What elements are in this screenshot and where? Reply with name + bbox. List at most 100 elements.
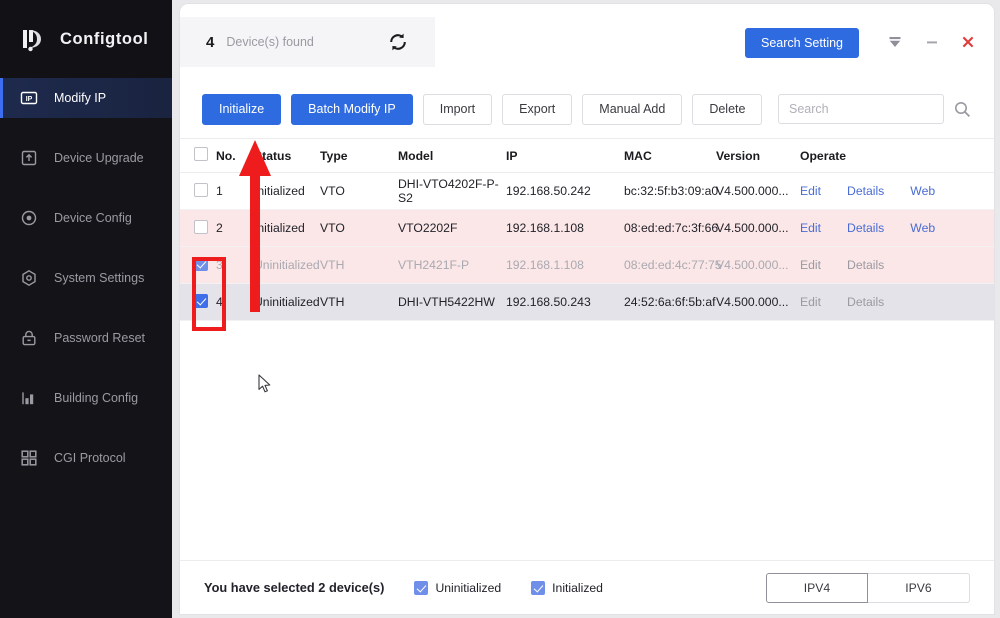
- search-input[interactable]: [778, 94, 944, 124]
- table-header-row: No. Status Type Model IP MAC Version Ope…: [180, 138, 994, 173]
- brand-title: Configtool: [60, 30, 148, 49]
- sidebar-item-modify-ip[interactable]: IP Modify IP: [0, 78, 172, 118]
- minimize-icon[interactable]: [922, 32, 942, 52]
- lock-icon: [20, 329, 38, 347]
- table-row[interactable]: 1 Initialized VTO DHI-VTO4202F-P-S2 192.…: [180, 173, 994, 210]
- delete-button[interactable]: Delete: [692, 94, 762, 125]
- close-icon[interactable]: [958, 32, 978, 52]
- row-checkbox[interactable]: [194, 257, 208, 271]
- search-icon[interactable]: [953, 100, 972, 119]
- cell-operate: Edit Details Web: [796, 221, 994, 235]
- qr-grid-icon: [20, 449, 38, 467]
- sidebar: Configtool IP Modify IP Device Upgrade: [0, 0, 172, 618]
- edit-link[interactable]: Edit: [800, 184, 821, 198]
- sidebar-item-cgi-protocol[interactable]: CGI Protocol: [0, 438, 172, 478]
- cell-version: V4.500.000...: [716, 184, 796, 198]
- action-toolbar: Initialize Batch Modify IP Import Export…: [180, 80, 994, 138]
- target-ring-icon: [20, 209, 38, 227]
- main-panel: 4 Device(s) found Search Setting: [180, 4, 994, 614]
- details-link[interactable]: Details: [847, 221, 884, 235]
- cell-status: Initialized: [254, 184, 320, 198]
- cell-ip: 192.168.50.243: [506, 295, 624, 309]
- nav-gap: [0, 418, 172, 438]
- ipv6-button[interactable]: IPV6: [868, 573, 970, 603]
- header-status: Status: [254, 149, 320, 163]
- sidebar-item-system-settings[interactable]: System Settings: [0, 258, 172, 298]
- device-count: 4: [206, 34, 214, 51]
- brand-header: Configtool: [0, 0, 172, 78]
- sidebar-item-device-upgrade[interactable]: Device Upgrade: [0, 138, 172, 178]
- select-all-checkbox[interactable]: [194, 147, 208, 161]
- row-checkbox[interactable]: [194, 220, 208, 234]
- ipv4-button[interactable]: IPV4: [766, 573, 868, 603]
- sidebar-item-label: Modify IP: [54, 91, 106, 105]
- device-found-label: Device(s) found: [226, 35, 314, 49]
- initialize-button[interactable]: Initialize: [202, 94, 281, 125]
- cell-ip: 192.168.50.242: [506, 184, 624, 198]
- manual-add-button[interactable]: Manual Add: [582, 94, 682, 125]
- table-row[interactable]: 3 Uninitialized VTH VTH2421F-P 192.168.1…: [180, 247, 994, 284]
- sidebar-item-building-config[interactable]: Building Config: [0, 378, 172, 418]
- cell-operate: Edit Details: [796, 295, 994, 309]
- sidebar-item-password-reset[interactable]: Password Reset: [0, 318, 172, 358]
- row-select-cell: [180, 183, 216, 200]
- cell-version: V4.500.000...: [716, 258, 796, 272]
- row-checkbox[interactable]: [194, 294, 208, 308]
- edit-link[interactable]: Edit: [800, 221, 821, 235]
- svg-text:IP: IP: [26, 96, 33, 103]
- sidebar-item-label: System Settings: [54, 271, 144, 285]
- status-footer: You have selected 2 device(s) Uninitiali…: [180, 560, 994, 614]
- search-area: [778, 94, 972, 124]
- sidebar-item-device-config[interactable]: Device Config: [0, 198, 172, 238]
- sidebar-item-label: Building Config: [54, 391, 138, 405]
- sidebar-item-label: Device Config: [54, 211, 132, 225]
- row-checkbox[interactable]: [194, 183, 208, 197]
- cell-model: VTH2421F-P: [398, 258, 506, 272]
- filter-initialized-checkbox[interactable]: [531, 581, 545, 595]
- header-no: No.: [216, 149, 254, 163]
- refresh-icon[interactable]: [387, 31, 409, 53]
- import-button[interactable]: Import: [423, 94, 492, 125]
- table-row[interactable]: 2 Initialized VTO VTO2202F 192.168.1.108…: [180, 210, 994, 247]
- sidebar-item-label: Password Reset: [54, 331, 145, 345]
- top-bar: 4 Device(s) found Search Setting: [180, 4, 994, 80]
- search-setting-button[interactable]: Search Setting: [745, 28, 859, 58]
- sidebar-item-label: CGI Protocol: [54, 451, 126, 465]
- ip-version-toggle: IPV4 IPV6: [766, 573, 970, 603]
- cell-no: 3: [216, 258, 254, 272]
- cell-type: VTO: [320, 221, 398, 235]
- cell-mac: 08:ed:ed:7c:3f:66: [624, 221, 716, 235]
- cell-no: 4: [216, 295, 254, 309]
- export-button[interactable]: Export: [502, 94, 572, 125]
- nav-gap: [0, 118, 172, 138]
- cell-ip: 192.168.1.108: [506, 258, 624, 272]
- selected-count-text: You have selected 2 device(s): [204, 580, 384, 595]
- batch-modify-ip-button[interactable]: Batch Modify IP: [291, 94, 413, 125]
- cell-model: VTO2202F: [398, 221, 506, 235]
- row-select-cell: [180, 220, 216, 237]
- details-link[interactable]: Details: [847, 184, 884, 198]
- upload-box-icon: [20, 149, 38, 167]
- web-link[interactable]: Web: [910, 184, 935, 198]
- header-model: Model: [398, 149, 506, 163]
- ip-badge-icon: IP: [20, 89, 38, 107]
- gear-hex-icon: [20, 269, 38, 287]
- web-link[interactable]: Web: [910, 221, 935, 235]
- device-found-box: 4 Device(s) found: [180, 17, 435, 67]
- edit-link: Edit: [800, 295, 821, 309]
- row-select-cell: [180, 294, 216, 311]
- filter-uninitialized-checkbox[interactable]: [414, 581, 428, 595]
- cell-status: Initialized: [254, 221, 320, 235]
- select-all-cell: [180, 147, 216, 164]
- cell-no: 2: [216, 221, 254, 235]
- collapse-icon[interactable]: [885, 32, 905, 52]
- table-row[interactable]: 4 Uninitialized VTH DHI-VTH5422HW 192.16…: [180, 284, 994, 321]
- nav-gap: [0, 358, 172, 378]
- filter-uninitialized[interactable]: Uninitialized: [414, 581, 501, 595]
- cell-status: Uninitialized: [254, 295, 320, 309]
- filter-initialized[interactable]: Initialized: [531, 581, 603, 595]
- details-link: Details: [847, 295, 884, 309]
- cell-status: Uninitialized: [254, 258, 320, 272]
- header-version: Version: [716, 149, 796, 163]
- cell-no: 1: [216, 184, 254, 198]
